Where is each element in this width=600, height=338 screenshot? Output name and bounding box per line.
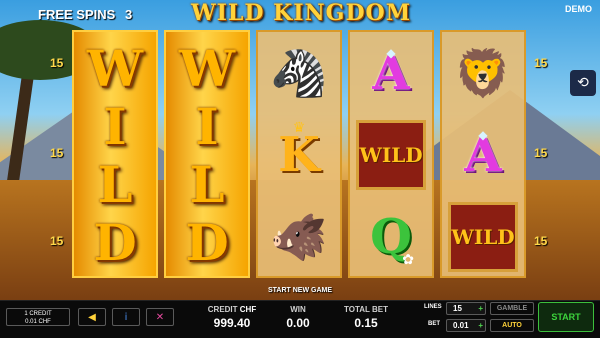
- reel-cell: 🦓: [258, 32, 340, 114]
- payline-left-middle: 15: [50, 146, 64, 160]
- bet-value: 0.01: [453, 321, 469, 330]
- wild-letter: I: [103, 97, 127, 156]
- reel-1: W I L D: [72, 30, 158, 278]
- reel-5: 🦁 ◆ A WILD: [440, 30, 526, 278]
- lines-label: LINES: [424, 304, 442, 310]
- reel-cell: WILD: [442, 196, 524, 276]
- total-bet-label: TOTAL BET: [344, 305, 388, 314]
- history-icon: ⟲: [577, 75, 589, 91]
- expanded-wild: W I L D: [166, 40, 248, 272]
- warthog-icon: 🐗: [270, 210, 328, 264]
- speaker-icon: ◀: [88, 311, 96, 323]
- wild-letter: L: [97, 155, 133, 214]
- credit-display: CREDIT CHF 999.40: [206, 305, 258, 330]
- top-bar: FREE SPINS 3 WILD KINGDOM DEMO: [0, 0, 600, 30]
- payline-right-top: 15: [534, 56, 548, 70]
- auto-button[interactable]: AUTO: [490, 319, 534, 332]
- history-button[interactable]: ⟲: [570, 70, 596, 96]
- payline-left-top: 15: [50, 56, 64, 70]
- payline-left-bottom: 15: [50, 234, 64, 248]
- total-bet-value: 0.15: [354, 316, 378, 330]
- demo-badge: DEMO: [565, 4, 592, 14]
- win-value: 0.00: [286, 316, 310, 330]
- gamble-button[interactable]: GAMBLE: [490, 302, 534, 315]
- win-display: WIN 0.00: [276, 305, 320, 330]
- denomination-button[interactable]: 1 CREDIT 0.01 CHF: [6, 308, 70, 326]
- crown-icon: ♛: [292, 120, 306, 136]
- info-button[interactable]: i: [112, 308, 140, 326]
- reel-2: W I L D: [164, 30, 250, 278]
- wild-letter: D: [185, 213, 229, 272]
- lines-value: 15: [453, 304, 462, 313]
- reel-cell: ◆ A: [442, 114, 524, 196]
- payline-right-middle: 15: [534, 146, 548, 160]
- reel-cell: ♛ K: [258, 114, 340, 196]
- wild-letter: W: [86, 39, 144, 98]
- fullscreen-button[interactable]: ✕: [146, 308, 174, 326]
- total-bet-display: TOTAL BET 0.15: [338, 305, 394, 330]
- plus-icon[interactable]: +: [478, 320, 483, 331]
- lion-icon: 🦁: [454, 46, 512, 100]
- reel-4: ◆ A WILD Q ✿: [348, 30, 434, 278]
- reel-cell: 🦁: [442, 32, 524, 114]
- reel-cell: 🐗: [258, 196, 340, 276]
- info-icon: i: [124, 311, 128, 323]
- start-new-game-prompt: START NEW GAME: [267, 287, 333, 294]
- credit-value: 999.40: [213, 316, 251, 330]
- denomination-value: 0.01 CHF: [25, 319, 51, 325]
- reel-cell: Q ✿: [350, 196, 432, 276]
- start-button[interactable]: START: [538, 302, 594, 332]
- wild-letter: W: [178, 39, 236, 98]
- game-logo: WILD KINGDOM: [190, 0, 412, 26]
- wild-symbol: WILD: [356, 120, 426, 190]
- reel-cell: WILD: [350, 114, 432, 196]
- diamond-icon: ◆: [386, 46, 396, 60]
- wild-letter: D: [93, 213, 137, 272]
- free-spins-count: 3: [125, 7, 133, 22]
- expanded-wild: W I L D: [74, 40, 156, 272]
- payline-right-bottom: 15: [534, 234, 548, 248]
- plus-icon[interactable]: +: [478, 303, 483, 314]
- reel-cell: ◆ A: [350, 32, 432, 114]
- wild-letter: I: [195, 97, 219, 156]
- wild-letter: L: [189, 155, 225, 214]
- reel-3: 🦓 ♛ K 🐗: [256, 30, 342, 278]
- bet-stepper[interactable]: 0.01 +: [446, 319, 486, 332]
- zebra-icon: 🦓: [270, 46, 328, 100]
- win-label: WIN: [290, 305, 306, 314]
- credit-label: CREDIT: [207, 305, 238, 314]
- sound-button[interactable]: ◀: [78, 308, 106, 326]
- credit-currency: CHF: [239, 305, 257, 314]
- free-spins-label: FREE SPINS: [38, 7, 116, 22]
- bet-label: BET: [428, 321, 440, 327]
- lines-stepper[interactable]: 15 +: [446, 302, 486, 315]
- fullscreen-icon: ✕: [155, 311, 165, 323]
- wild-symbol: WILD: [448, 202, 518, 272]
- flower-icon: ✿: [402, 252, 414, 268]
- diamond-icon: ◆: [478, 128, 488, 142]
- denomination-credits: 1 CREDIT: [24, 311, 52, 317]
